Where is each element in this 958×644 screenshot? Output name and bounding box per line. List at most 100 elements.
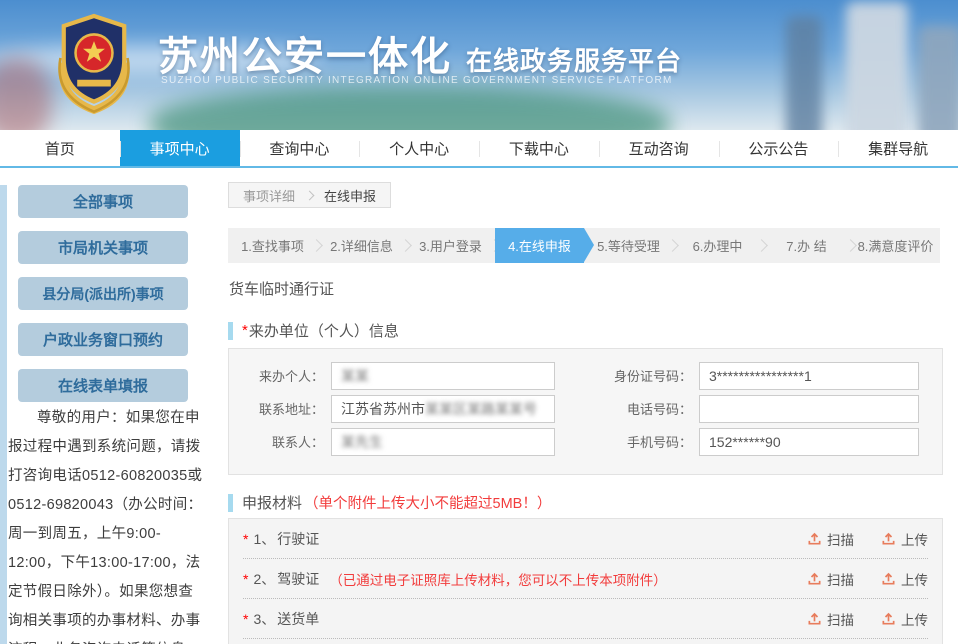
step-3-user-login: 3.用户登录 xyxy=(406,228,495,263)
materials-size-note: （单个附件上传大小不能超过5MB！） xyxy=(304,492,551,513)
header-banner: 苏州公安一体化 在线政务服务平台 SUZHOU PUBLIC SECURITY … xyxy=(0,0,958,130)
nav-item-query-center[interactable]: 查询中心 xyxy=(240,130,360,166)
material-index: 2、 xyxy=(253,569,275,589)
page-title: 货车临时通行证 xyxy=(229,278,334,299)
header-building-decor xyxy=(846,2,908,130)
material-index: 1、 xyxy=(253,529,275,549)
phone-number-field[interactable] xyxy=(699,395,919,423)
breadcrumb: 事项详细 在线申报 xyxy=(228,182,391,208)
applicant-name-value: 某某 xyxy=(341,366,369,386)
material-row-driving-permit: * 1、 行驶证 扫描 上传 xyxy=(243,519,928,559)
required-asterisk: * xyxy=(243,571,248,587)
sidebar-item-municipal-matters[interactable]: 市局机关事项 xyxy=(18,231,188,264)
sidebar-item-all-matters[interactable]: 全部事项 xyxy=(18,185,188,218)
site-title-english: SUZHOU PUBLIC SECURITY INTEGRATION ONLIN… xyxy=(161,75,673,86)
upload-button[interactable]: 上传 xyxy=(881,609,928,629)
scan-button[interactable]: 扫描 xyxy=(807,529,854,549)
contact-address-redacted: 某某区某路某某号 xyxy=(425,399,537,419)
nav-item-personal-center[interactable]: 个人中心 xyxy=(359,130,479,166)
step-5-wait-acceptance: 5.等待受理 xyxy=(584,228,673,263)
main-nav: 首页 事项中心 查询中心 个人中心 下载中心 互动咨询 公示公告 集群导航 xyxy=(0,130,958,168)
mobile-number-field[interactable]: 152******90 xyxy=(699,428,919,456)
sidebar-accent-strip xyxy=(0,185,7,644)
upload-icon xyxy=(881,531,896,546)
upload-icon xyxy=(807,531,822,546)
header-building-decor xyxy=(918,26,958,130)
site-title-sub: 在线政务服务平台 xyxy=(466,41,682,78)
nav-item-public-notice[interactable]: 公示公告 xyxy=(719,130,839,166)
upload-icon xyxy=(881,571,896,586)
applicant-section-header: * 来办单位（个人）信息 xyxy=(228,320,399,341)
sidebar-item-county-station-matters[interactable]: 县分局(派出所)事项 xyxy=(18,277,188,310)
upload-icon xyxy=(807,611,822,626)
contact-address-label: 联系地址： xyxy=(229,399,331,418)
scan-label: 扫描 xyxy=(827,569,854,589)
upload-icon xyxy=(881,611,896,626)
id-number-field[interactable]: 3****************1 xyxy=(699,362,919,390)
site-title: 苏州公安一体化 在线政务服务平台 xyxy=(158,24,682,82)
material-row-driver-license: * 2、 驾驶证 （已通过电子证照库上传材料，您可以不上传本项附件） 扫描 上传 xyxy=(243,559,928,599)
step-7-completed: 7.办 结 xyxy=(762,228,851,263)
scan-button[interactable]: 扫描 xyxy=(807,609,854,629)
police-badge-logo xyxy=(52,6,136,120)
material-name: 行驶证 xyxy=(277,529,319,549)
nav-item-interactive-consult[interactable]: 互动咨询 xyxy=(599,130,719,166)
material-index: 3、 xyxy=(253,609,275,629)
materials-section-title: 申报材料 xyxy=(242,492,302,513)
section-bar-decor xyxy=(228,322,233,340)
upload-label: 上传 xyxy=(901,609,928,629)
scan-button[interactable]: 扫描 xyxy=(807,569,854,589)
contact-person-field[interactable]: 某先生 xyxy=(331,428,555,456)
required-asterisk: * xyxy=(243,611,248,627)
materials-section-header: 申报材料 （单个附件上传大小不能超过5MB！） xyxy=(228,492,551,513)
required-asterisk: * xyxy=(243,531,248,547)
upload-button[interactable]: 上传 xyxy=(881,569,928,589)
id-number-value: 3****************1 xyxy=(709,368,812,384)
contact-person-value: 某先生 xyxy=(341,432,383,452)
upload-label: 上传 xyxy=(901,529,928,549)
page: 苏州公安一体化 在线政务服务平台 SUZHOU PUBLIC SECURITY … xyxy=(0,0,958,644)
header-trees-decor xyxy=(150,86,670,130)
nav-item-home[interactable]: 首页 xyxy=(0,130,120,166)
material-note: （已通过电子证照库上传材料，您可以不上传本项附件） xyxy=(329,569,667,589)
material-name: 驾驶证 xyxy=(277,569,319,589)
sidebar-help-notice: 尊敬的用户：如果您在申报过程中遇到系统问题，请拨打咨询电话0512-608200… xyxy=(8,404,207,644)
scan-label: 扫描 xyxy=(827,609,854,629)
step-1-find-matter: 1.查找事项 xyxy=(228,228,317,263)
sidebar-item-online-form[interactable]: 在线表单填报 xyxy=(18,369,188,402)
mobile-number-label: 手机号码： xyxy=(586,432,699,451)
process-steps: 1.查找事项 2.详细信息 3.用户登录 4.在线申报 5.等待受理 6.办理中… xyxy=(228,228,940,263)
applicant-name-field[interactable]: 某某 xyxy=(331,362,555,390)
required-asterisk: * xyxy=(242,322,248,339)
sidebar-item-household-window-booking[interactable]: 户政业务窗口预约 xyxy=(18,323,188,356)
scan-label: 扫描 xyxy=(827,529,854,549)
contact-address-field[interactable]: 江苏省苏州市某某区某路某某号 xyxy=(331,395,555,423)
step-6-processing: 6.办理中 xyxy=(673,228,762,263)
applicant-form: 来办个人： 某某 身份证号码： 3****************1 联系地址：… xyxy=(228,348,943,475)
upload-label: 上传 xyxy=(901,569,928,589)
contact-address-clear: 江苏省苏州市 xyxy=(341,399,425,419)
nav-item-matters-center[interactable]: 事项中心 xyxy=(120,130,240,166)
nav-item-cluster-navigation[interactable]: 集群导航 xyxy=(838,130,958,166)
header-building-decor xyxy=(786,16,822,130)
section-bar-decor xyxy=(228,494,233,512)
applicant-name-label: 来办个人： xyxy=(229,366,331,385)
mobile-number-value: 152******90 xyxy=(709,434,781,450)
site-title-main: 苏州公安一体化 xyxy=(158,24,452,82)
step-2-detail-info: 2.详细信息 xyxy=(317,228,406,263)
step-4-online-apply: 4.在线申报 xyxy=(495,228,584,263)
contact-person-label: 联系人： xyxy=(229,432,331,451)
upload-icon xyxy=(807,571,822,586)
nav-item-download-center[interactable]: 下载中心 xyxy=(479,130,599,166)
applicant-section-title: 来办单位（个人）信息 xyxy=(249,320,399,341)
material-row-delivery-note: * 3、 送货单 扫描 上传 xyxy=(243,599,928,639)
chevron-right-icon xyxy=(305,190,315,200)
upload-button[interactable]: 上传 xyxy=(881,529,928,549)
materials-list: * 1、 行驶证 扫描 上传 * 2、 驾驶证 （已通过电子证照库上传材料，您可… xyxy=(228,518,943,644)
material-name: 送货单 xyxy=(277,609,319,629)
phone-number-label: 电话号码： xyxy=(586,399,699,418)
breadcrumb-item-detail[interactable]: 事项详细 xyxy=(243,186,295,205)
id-number-label: 身份证号码： xyxy=(586,366,699,385)
breadcrumb-item-current: 在线申报 xyxy=(324,186,376,205)
step-8-satisfaction: 8.满意度评价 xyxy=(851,228,940,263)
